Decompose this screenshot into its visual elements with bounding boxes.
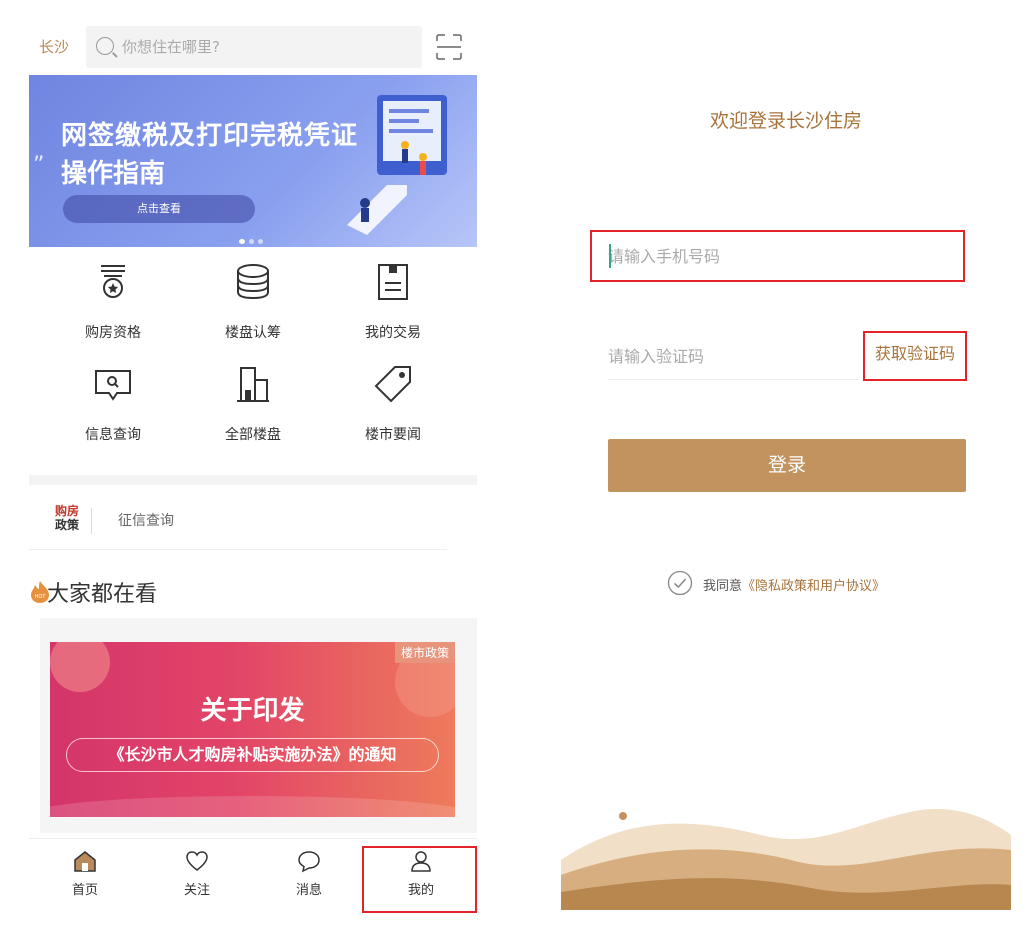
section-title-trending: 大家都在看: [47, 582, 158, 607]
agreement-prefix: 我同意: [703, 579, 743, 594]
coin-stack-icon: [237, 264, 269, 300]
feature-grid: 购房资格 楼盘认筹 我的交易 信息查询 全部楼盘 楼市要闻: [29, 262, 477, 462]
login-button[interactable]: 登录: [608, 439, 966, 492]
hills-decoration: [561, 809, 1011, 910]
banner-dot-active: [239, 239, 245, 244]
news-title: 关于印发: [200, 696, 305, 726]
tab-label: 消息: [295, 883, 322, 898]
qualification-medal-icon: [101, 265, 125, 298]
welcome-title: 欢迎登录长沙住房: [709, 110, 862, 132]
section-divider: [29, 475, 477, 485]
tab-follow[interactable]: 关注: [141, 839, 253, 903]
banner-dot: [258, 239, 263, 244]
grid-label: 全部楼盘: [225, 427, 281, 443]
news-decoration: [50, 642, 455, 817]
search-input[interactable]: [122, 34, 402, 60]
banner-title-line1: 网签缴税及打印完税凭证: [61, 121, 359, 151]
heart-icon: [186, 851, 208, 871]
policy-row: 购房 政策 征信查询: [29, 500, 447, 550]
grid-label: 购房资格: [85, 325, 141, 341]
home-screen: 长沙 网签缴税及打印完税凭证 ” 操作指南 点击查看: [29, 0, 477, 929]
search-box[interactable]: [86, 26, 422, 68]
highlight-box-mine-tab: [362, 846, 477, 913]
agreement-text: 我同意《隐私政策和用户协议》: [703, 575, 885, 594]
banner-cta-button[interactable]: 点击查看: [63, 195, 255, 223]
city-selector[interactable]: 长沙: [39, 36, 69, 57]
highlight-box-phone: [590, 230, 965, 282]
search-icon: [96, 37, 114, 55]
news-image: 楼市政策 关于印发 《长沙市人才购房补贴实施办法》的通知: [50, 642, 455, 817]
info-search-icon: [95, 370, 131, 401]
privacy-policy-link[interactable]: 《隐私政策和用户协议》: [742, 579, 885, 594]
news-category-tag: 楼市政策: [394, 642, 455, 663]
grid-label: 我的交易: [365, 325, 421, 341]
grid-label: 楼市要闻: [365, 427, 421, 443]
home-icon: [74, 851, 96, 872]
promo-banner[interactable]: 网签缴税及打印完税凭证 ” 操作指南 点击查看: [29, 75, 477, 247]
grid-label: 信息查询: [85, 427, 141, 443]
banner-quote-mark: ”: [33, 153, 45, 178]
highlight-box-get-code: [863, 331, 967, 381]
banner-title-line2: 操作指南: [61, 159, 166, 189]
scan-icon[interactable]: [434, 32, 464, 62]
grid-item-subscription[interactable]: 楼盘认筹: [193, 262, 313, 352]
tab-label: 首页: [71, 883, 98, 898]
agree-checkbox-icon[interactable]: [667, 570, 693, 596]
policy-logo: 购房 政策: [55, 504, 79, 532]
verification-code-input[interactable]: [608, 342, 848, 370]
hot-badge-text: HOT: [35, 594, 47, 600]
search-bar: 长沙: [29, 22, 477, 70]
login-screen: 欢迎登录长沙住房 获取验证码 登录 我同意《隐私政策和用户协议》: [561, 0, 1011, 929]
verification-code-field[interactable]: [608, 334, 858, 380]
agreement-row: 我同意《隐私政策和用户协议》: [667, 570, 967, 598]
price-tag-icon: [374, 366, 411, 403]
document-icon: [378, 264, 408, 300]
banner-pagination: [239, 229, 267, 247]
buildings-icon: [237, 367, 269, 402]
grid-item-qualification[interactable]: 购房资格: [53, 262, 173, 352]
grid-label: 楼盘认筹: [225, 325, 281, 341]
grid-item-info-query[interactable]: 信息查询: [53, 364, 173, 454]
news-card[interactable]: 楼市政策 关于印发 《长沙市人才购房补贴实施办法》的通知: [40, 618, 477, 833]
chat-bubble-icon: [298, 851, 320, 873]
news-subtitle: 《长沙市人才购房补贴实施办法》的通知: [66, 738, 439, 772]
grid-item-all-properties[interactable]: 全部楼盘: [193, 364, 313, 454]
tab-messages[interactable]: 消息: [253, 839, 365, 903]
policy-logo-line1: 购房: [55, 504, 80, 518]
credit-query-link[interactable]: 征信查询: [118, 510, 174, 530]
grid-item-my-transactions[interactable]: 我的交易: [333, 262, 453, 352]
banner-dot: [249, 239, 254, 244]
policy-separator: [91, 508, 92, 534]
grid-item-market-news[interactable]: 楼市要闻: [333, 364, 453, 454]
tab-label: 关注: [183, 883, 210, 898]
tab-home[interactable]: 首页: [29, 839, 141, 903]
policy-logo-line2: 政策: [55, 518, 80, 532]
banner-illustration: [347, 95, 447, 235]
